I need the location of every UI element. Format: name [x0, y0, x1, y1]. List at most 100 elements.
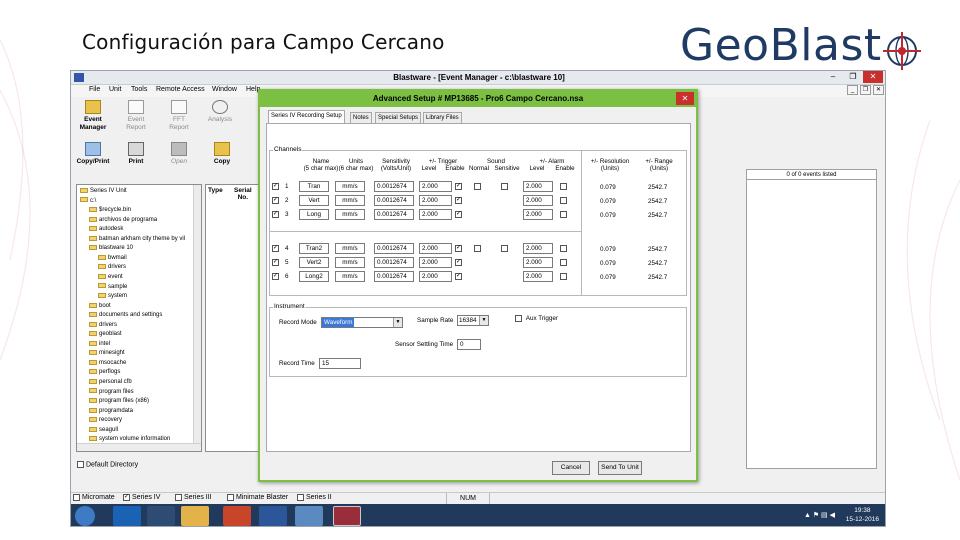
directory-tree[interactable]: Series IV Unit c:\ $recycle.bin archivos de… [76, 184, 202, 452]
channel-sensitivity-input[interactable]: 0.0012674 [374, 243, 414, 254]
tree-horizontal-scrollbar[interactable] [77, 443, 201, 451]
record-time-input[interactable]: 15 [319, 358, 361, 369]
channel-alarm-input[interactable]: 2.000 [523, 195, 553, 206]
tree-item[interactable]: program files [89, 388, 134, 397]
channel-sensitivity-input[interactable]: 0.0012674 [374, 181, 414, 192]
tree-item[interactable]: drivers [89, 321, 117, 330]
cancel-button[interactable]: Cancel [552, 461, 590, 475]
record-mode-select[interactable]: Waveform ▼ [321, 317, 403, 328]
tree-item[interactable]: intel [89, 340, 110, 349]
device-filter-0[interactable]: Micromate [73, 494, 115, 501]
menu-unit[interactable]: Unit [109, 86, 121, 93]
channel-sound-normal-check[interactable] [474, 245, 481, 252]
channel-name-input[interactable]: Long2 [299, 271, 329, 282]
device-filter-check[interactable] [73, 494, 80, 501]
tree-item[interactable]: seagull [89, 426, 118, 435]
events-grid[interactable] [746, 180, 877, 469]
channel-trigger-input[interactable]: 2.000 [419, 209, 452, 220]
channel-sound-sensitive-check[interactable] [501, 245, 508, 252]
device-filter-check[interactable] [227, 494, 234, 501]
channel-alarm-enable-check[interactable] [560, 211, 567, 218]
print-button[interactable]: Print [117, 142, 155, 166]
channel-trigger-enable-check[interactable]: ✓ [455, 245, 462, 252]
channel-sensitivity-input[interactable]: 0.0012674 [374, 257, 414, 268]
default-directory-checkbox[interactable]: Default Directory [77, 461, 138, 468]
channel-enable-check[interactable]: ✓ [272, 245, 279, 252]
maximize-button[interactable]: ❐ [843, 71, 863, 83]
tree-item[interactable]: Series IV Unit [80, 187, 127, 196]
channel-alarm-input[interactable]: 2.000 [523, 257, 553, 268]
dialog-close-button[interactable]: ✕ [676, 92, 694, 105]
blastware-icon[interactable] [333, 506, 361, 526]
channel-alarm-enable-check[interactable] [560, 259, 567, 266]
system-tray[interactable]: ▲ ⚑ ▤ ◀ [804, 511, 835, 519]
channel-units-input[interactable]: mm/s [335, 271, 365, 282]
tree-item[interactable]: autodesk [89, 225, 123, 234]
tree-item[interactable]: blastware 10 [89, 244, 133, 253]
channel-alarm-enable-check[interactable] [560, 273, 567, 280]
channel-enable-check[interactable]: ✓ [272, 183, 279, 190]
channel-trigger-enable-check[interactable]: ✓ [455, 273, 462, 280]
menu-remote-access[interactable]: Remote Access [156, 86, 205, 93]
channel-trigger-input[interactable]: 2.000 [419, 271, 452, 282]
tree-item[interactable]: batman arkham city theme by vil [89, 235, 185, 244]
column-serial[interactable]: Serial No. [234, 187, 252, 201]
channel-enable-check[interactable]: ✓ [272, 259, 279, 266]
channel-name-input[interactable]: Tran2 [299, 243, 329, 254]
tree-item[interactable]: documents and settings [89, 311, 162, 320]
channel-alarm-input[interactable]: 2.000 [523, 209, 553, 220]
channel-units-input[interactable]: mm/s [335, 257, 365, 268]
channel-alarm-enable-check[interactable] [560, 245, 567, 252]
channel-name-input[interactable]: Vert2 [299, 257, 329, 268]
channel-sound-normal-check[interactable] [474, 183, 481, 190]
tab-series-iv-recording-setup[interactable]: Series IV Recording Setup [268, 110, 345, 124]
tree-item[interactable]: sample [98, 283, 127, 292]
channel-enable-check[interactable]: ✓ [272, 197, 279, 204]
channel-alarm-enable-check[interactable] [560, 197, 567, 204]
channel-units-input[interactable]: mm/s [335, 243, 365, 254]
channel-trigger-input[interactable]: 2.000 [419, 181, 452, 192]
tree-item[interactable]: personal cfb [89, 378, 132, 387]
events-list[interactable]: Type Serial No. [205, 184, 260, 452]
channel-alarm-input[interactable]: 2.000 [523, 271, 553, 282]
copy-button[interactable]: Copy [203, 142, 241, 166]
channel-alarm-enable-check[interactable] [560, 183, 567, 190]
sample-rate-select[interactable]: 16384 ▼ [457, 315, 489, 326]
start-icon[interactable] [75, 506, 95, 526]
tree-vertical-scrollbar[interactable] [193, 185, 201, 443]
explorer-icon[interactable] [181, 506, 209, 526]
app-icon[interactable] [295, 506, 323, 526]
channel-sensitivity-input[interactable]: 0.0012674 [374, 271, 414, 282]
menu-tools[interactable]: Tools [131, 86, 147, 93]
channel-trigger-enable-check[interactable]: ✓ [455, 259, 462, 266]
close-button[interactable]: ✕ [863, 71, 883, 83]
tree-item[interactable]: system [98, 292, 127, 301]
inner-minimize-button[interactable]: _ [847, 85, 858, 95]
channel-trigger-enable-check[interactable]: ✓ [455, 183, 462, 190]
channel-sound-sensitive-check[interactable] [501, 183, 508, 190]
chrome-icon[interactable] [147, 506, 175, 526]
device-filter-check[interactable] [297, 494, 304, 501]
column-type[interactable]: Type [208, 187, 223, 194]
outlook-icon[interactable] [113, 506, 141, 526]
device-filter-check[interactable]: ✓ [123, 494, 130, 501]
sensor-settling-input[interactable]: 0 [457, 339, 481, 350]
tree-item[interactable]: msocache [89, 359, 126, 368]
channel-trigger-input[interactable]: 2.000 [419, 257, 452, 268]
tree-item[interactable]: event [98, 273, 123, 282]
device-filter-3[interactable]: Minimate Blaster [227, 494, 288, 501]
inner-close-button[interactable]: ✕ [873, 85, 884, 95]
channel-alarm-input[interactable]: 2.000 [523, 243, 553, 254]
powerpoint-icon[interactable] [223, 506, 251, 526]
channel-trigger-input[interactable]: 2.000 [419, 195, 452, 206]
fft-report-button[interactable]: FFT Report [160, 100, 198, 132]
tree-item[interactable]: boot [89, 302, 111, 311]
channel-sensitivity-input[interactable]: 0.0012674 [374, 195, 414, 206]
menu-file[interactable]: File [89, 86, 100, 93]
device-filter-4[interactable]: Series II [297, 494, 332, 501]
channel-name-input[interactable]: Tran [299, 181, 329, 192]
aux-trigger-checkbox[interactable]: Aux Trigger [515, 315, 558, 322]
channel-enable-check[interactable]: ✓ [272, 273, 279, 280]
copy-print-button[interactable]: Copy/Print [74, 142, 112, 166]
menu-window[interactable]: Window [212, 86, 237, 93]
